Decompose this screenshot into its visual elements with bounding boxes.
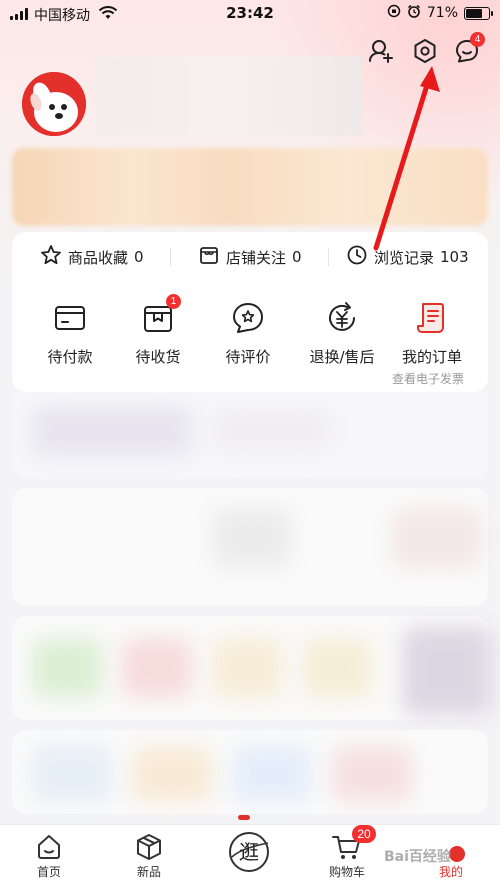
favorites-stores-count: 0 [292,248,302,266]
status-bar: 中国移动 23:42 71% [0,0,500,28]
divider [328,248,329,266]
username-blurred [96,56,362,136]
review-icon [200,298,296,338]
favorites-goods-count: 0 [134,248,144,266]
battery-icon [464,6,493,20]
order-list-icon [384,298,480,338]
favorites-goods[interactable]: 商品收藏 0 [40,244,144,270]
order-pending-review[interactable]: 待评价 [200,298,296,367]
orientation-lock-icon [387,4,401,22]
watermark: Bai百经验 [384,849,451,865]
tab-browse[interactable]: 逛 [214,831,284,877]
page-indicator [238,815,250,820]
tab-new[interactable]: 新品 [114,831,184,880]
my-orders-label: 我的订单 [401,348,462,366]
message-badge: 4 [470,32,485,47]
package-icon: 1 [110,294,206,338]
order-pending-receipt[interactable]: 1 待收货 [110,294,206,367]
home-icon [14,831,84,863]
favorites-stores-label: 店铺关注 [226,248,287,267]
star-icon [40,244,62,270]
blurred-section [12,392,488,478]
favorites-stores[interactable]: 店铺关注 0 [198,244,302,270]
refund-icon [294,298,390,338]
divider [170,248,171,266]
clock-icon [346,244,368,270]
tab-home-label: 首页 [36,865,61,879]
order-pending-receipt-label: 待收货 [135,348,181,366]
order-pending-payment[interactable]: 待付款 [22,298,118,367]
wallet-icon [22,298,118,338]
browse-icon: 逛 [214,827,284,877]
favorites-goods-label: 商品收藏 [68,248,129,267]
order-refund[interactable]: 退换/售后 [294,298,390,367]
browse-glyph: 逛 [239,840,259,864]
add-friend-icon[interactable] [366,36,396,66]
tab-cart-label: 购物车 [328,865,365,879]
box-icon [114,831,184,863]
cart-icon: 20 [312,825,382,863]
account-card: 商品收藏 0 店铺关注 0 浏览记录 103 待付款 1 待收货 待评价 退换/… [12,232,488,392]
gear-icon[interactable] [410,36,440,66]
browse-history-count: 103 [440,248,469,266]
order-pending-payment-label: 待付款 [47,348,93,366]
blurred-section [12,488,488,606]
browse-history[interactable]: 浏览记录 103 [346,244,469,270]
membership-banner-blurred[interactable] [12,148,488,226]
my-orders[interactable]: 我的订单 [384,298,480,367]
invoice-link[interactable]: 查看电子发票 [392,370,464,387]
receipt-badge: 1 [166,294,181,309]
order-pending-review-label: 待评价 [225,348,271,366]
blurred-section [12,616,492,720]
message-icon[interactable]: 4 [452,32,485,66]
avatar[interactable] [22,72,86,136]
battery-percent: 71% [426,5,458,21]
blurred-section [12,730,488,814]
alarm-icon [407,4,421,22]
browse-history-label: 浏览记录 [374,248,435,267]
tab-cart[interactable]: 20 购物车 [312,825,382,880]
tab-profile-label: 我的 [438,865,463,879]
favorites-row: 商品收藏 0 店铺关注 0 浏览记录 103 [12,232,488,282]
cart-badge: 20 [352,825,376,843]
store-icon [198,244,220,270]
tab-home[interactable]: 首页 [14,831,84,880]
tab-new-label: 新品 [136,865,161,879]
order-refund-label: 退换/售后 [309,348,375,366]
